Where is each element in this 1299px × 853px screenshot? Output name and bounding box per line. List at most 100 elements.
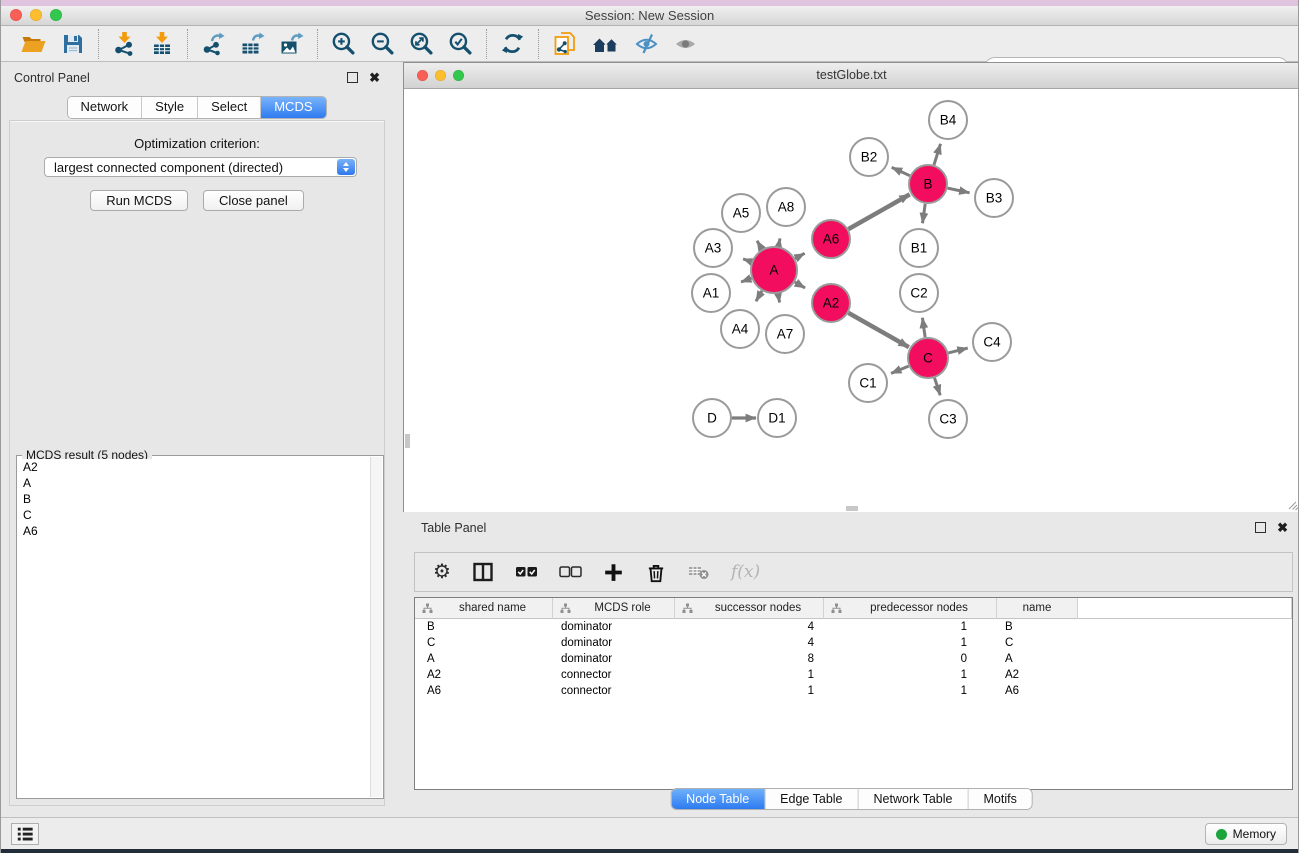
table-cell[interactable]: C — [415, 637, 553, 649]
hide-selected-button[interactable] — [633, 31, 660, 57]
mcds-result-item[interactable]: A2 — [18, 459, 370, 475]
graph-edge-B-B1[interactable] — [922, 204, 925, 223]
import-network-button[interactable] — [111, 30, 137, 57]
resize-grip-icon[interactable] — [1289, 502, 1298, 510]
graph-edge-C-C4[interactable] — [948, 348, 967, 353]
graph-edge-C-C3[interactable] — [935, 378, 941, 395]
minimize-window-button[interactable] — [30, 9, 42, 21]
close-panel-icon[interactable]: ✖ — [369, 73, 380, 83]
table-cell[interactable]: A — [997, 653, 1078, 665]
close-window-button[interactable] — [10, 9, 22, 21]
table-cell[interactable]: 1 — [824, 637, 997, 649]
first-neighbors-button[interactable] — [591, 31, 621, 57]
table-cell[interactable]: connector — [553, 685, 675, 697]
horizontal-scrollbar-thumb[interactable] — [846, 506, 858, 511]
graph-edge-A-A5[interactable] — [757, 241, 762, 250]
column-header-shared-name[interactable]: shared name — [415, 598, 553, 619]
table-cell[interactable]: A — [415, 653, 553, 665]
minimize-network-button[interactable] — [435, 70, 446, 81]
zoom-in-button[interactable] — [330, 30, 357, 57]
graph-edge-A-A4[interactable] — [756, 291, 762, 301]
table-row[interactable]: A2connector11A2 — [415, 667, 1292, 683]
add-column-button[interactable] — [602, 561, 625, 584]
tab-node-table[interactable]: Node Table — [671, 789, 765, 809]
table-cell[interactable]: 1 — [824, 669, 997, 681]
zoom-fit-button[interactable] — [408, 30, 435, 57]
table-cell[interactable]: A6 — [415, 685, 553, 697]
result-scrollbar[interactable] — [370, 457, 382, 797]
table-cell[interactable]: 1 — [824, 685, 997, 697]
table-cell[interactable]: 1 — [824, 621, 997, 633]
column-header-predecessor-nodes[interactable]: predecessor nodes — [824, 598, 997, 619]
delete-column-button[interactable] — [644, 560, 668, 585]
task-history-button[interactable] — [11, 823, 39, 845]
table-cell[interactable]: dominator — [553, 621, 675, 633]
network-from-selection-button[interactable] — [551, 29, 579, 58]
graph-edge-A-A1[interactable] — [741, 278, 751, 282]
table-cell[interactable]: C — [997, 637, 1078, 649]
run-mcds-button[interactable]: Run MCDS — [90, 190, 188, 211]
close-table-panel-icon[interactable]: ✖ — [1277, 523, 1288, 533]
table-cell[interactable]: 8 — [675, 653, 824, 665]
export-network-button[interactable] — [200, 30, 227, 57]
table-options-button[interactable]: ⚙ — [432, 561, 452, 583]
table-cell[interactable]: 1 — [675, 685, 824, 697]
show-graphics-details-button[interactable] — [672, 31, 699, 57]
deselect-all-button[interactable] — [558, 563, 583, 581]
vertical-scrollbar-thumb[interactable] — [405, 434, 410, 448]
delete-table-button[interactable] — [687, 562, 711, 582]
graph-edge-A-A3[interactable] — [743, 259, 751, 262]
column-header-successor-nodes[interactable]: successor nodes — [675, 598, 824, 619]
save-session-button[interactable] — [60, 31, 86, 57]
table-cell[interactable]: B — [997, 621, 1078, 633]
table-cell[interactable]: 0 — [824, 653, 997, 665]
graph-edge-B-B3[interactable] — [948, 188, 970, 193]
graph-edge-C-C1[interactable] — [891, 366, 909, 373]
table-cell[interactable]: dominator — [553, 653, 675, 665]
zoom-out-button[interactable] — [369, 30, 396, 57]
table-row[interactable]: Adominator80A — [415, 651, 1292, 667]
graph-edge-A-A6[interactable] — [795, 253, 805, 258]
mcds-result-item[interactable]: C — [18, 507, 370, 523]
tab-network[interactable]: Network — [67, 97, 142, 118]
graph-edge-A-A7[interactable] — [778, 294, 780, 303]
graph-edge-A6-B[interactable] — [848, 194, 909, 229]
function-builder-button[interactable]: f(x) — [730, 561, 761, 583]
table-row[interactable]: Cdominator41C — [415, 635, 1292, 651]
tab-select[interactable]: Select — [198, 97, 261, 118]
table-row[interactable]: Bdominator41B — [415, 619, 1292, 635]
table-cell[interactable]: A6 — [997, 685, 1078, 697]
show-hide-columns-button[interactable] — [471, 560, 495, 584]
tab-mcds[interactable]: MCDS — [261, 97, 325, 118]
tab-style[interactable]: Style — [142, 97, 198, 118]
select-all-button[interactable] — [514, 563, 539, 581]
mcds-result-item[interactable]: B — [18, 491, 370, 507]
network-window-titlebar[interactable]: testGlobe.txt — [404, 63, 1299, 89]
table-cell[interactable]: 1 — [675, 669, 824, 681]
table-cell[interactable]: B — [415, 621, 553, 633]
memory-button[interactable]: Memory — [1205, 823, 1287, 845]
table-cell[interactable]: A2 — [997, 669, 1078, 681]
graph-edge-A-A2[interactable] — [795, 282, 805, 288]
float-panel-icon[interactable] — [347, 72, 358, 83]
import-table-button[interactable] — [149, 30, 175, 57]
table-cell[interactable]: dominator — [553, 637, 675, 649]
zoom-selected-button[interactable] — [447, 30, 474, 57]
close-panel-button[interactable]: Close panel — [203, 190, 304, 211]
apply-layout-button[interactable] — [499, 30, 526, 57]
export-image-button[interactable] — [278, 30, 305, 57]
graph-edge-C-C2[interactable] — [922, 318, 925, 337]
tab-edge-table[interactable]: Edge Table — [765, 789, 858, 809]
graph-edge-A2-C[interactable] — [848, 313, 908, 347]
export-table-button[interactable] — [239, 30, 266, 57]
optimization-criterion-select[interactable]: largest connected component (directed) — [44, 157, 357, 177]
tab-motifs[interactable]: Motifs — [968, 789, 1031, 809]
table-cell[interactable]: 4 — [675, 637, 824, 649]
maximize-network-button[interactable] — [453, 70, 464, 81]
table-row[interactable]: A6connector11A6 — [415, 683, 1292, 699]
close-network-button[interactable] — [417, 70, 428, 81]
open-session-button[interactable] — [19, 31, 48, 57]
graph-edge-B-B4[interactable] — [934, 144, 941, 165]
float-table-panel-icon[interactable] — [1255, 522, 1266, 533]
network-canvas[interactable]: B4B2BB3A5A8A6B1A3AC2A1A2A4A7C4CC1C3DD1 — [404, 89, 1299, 512]
